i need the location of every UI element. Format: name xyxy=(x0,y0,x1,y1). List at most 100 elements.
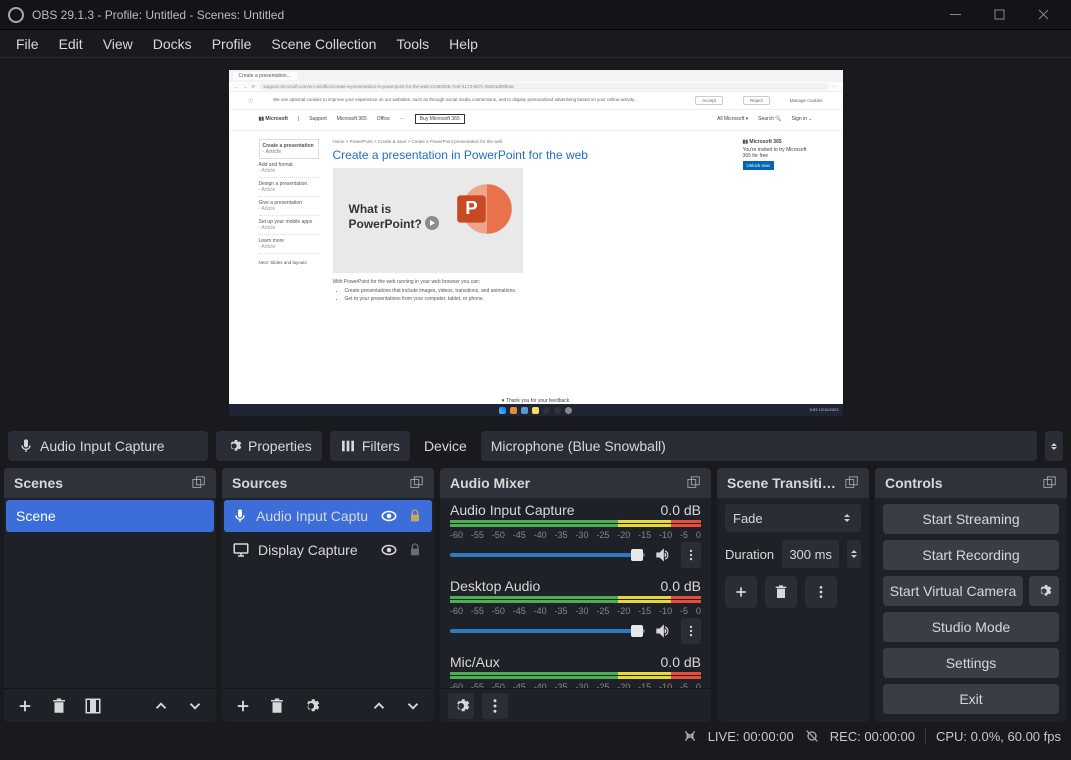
scene-item[interactable]: Scene xyxy=(6,500,214,532)
popout-icon[interactable] xyxy=(410,476,424,490)
volume-slider[interactable] xyxy=(450,629,645,633)
device-spinner[interactable] xyxy=(1045,431,1063,461)
play-icon xyxy=(425,216,439,230)
menu-file[interactable]: File xyxy=(6,32,49,56)
close-button[interactable] xyxy=(1023,3,1063,27)
filters-icon xyxy=(340,438,356,454)
duration-spinner[interactable] xyxy=(847,540,861,568)
duration-label: Duration xyxy=(725,547,774,562)
duration-input[interactable]: 300 ms xyxy=(782,540,839,568)
broadcast-icon xyxy=(682,728,698,744)
vcam-settings-button[interactable] xyxy=(1029,576,1059,606)
sources-title: Sources xyxy=(232,475,287,491)
meter-ticks: -60-55-50-45-40-35-30-25-20-15-10-50 xyxy=(450,606,701,616)
popout-icon[interactable] xyxy=(687,476,701,490)
popout-icon[interactable] xyxy=(1043,476,1057,490)
channel-db: 0.0 dB xyxy=(661,578,701,594)
device-label: Device xyxy=(418,438,473,454)
channel-name: Desktop Audio xyxy=(450,578,540,594)
source-item[interactable]: Display Capture xyxy=(224,534,432,566)
volume-slider[interactable] xyxy=(450,553,645,557)
controls-dock: Controls Start Streaming Start Recording… xyxy=(875,468,1067,722)
lock-icon[interactable] xyxy=(406,507,424,525)
remove-source-button[interactable] xyxy=(264,693,290,719)
popout-icon[interactable] xyxy=(192,476,206,490)
settings-button[interactable]: Settings xyxy=(883,648,1059,678)
sources-dock: Sources Audio Input Captu Display Captur… xyxy=(222,468,434,722)
transitions-title: Scene Transiti… xyxy=(727,475,836,491)
rec-status: REC: 00:00:00 xyxy=(830,729,915,744)
mic-icon xyxy=(232,508,248,524)
remove-transition-button[interactable] xyxy=(765,576,797,608)
preview-browser-tab: Create a presentation... xyxy=(233,72,297,80)
add-scene-button[interactable] xyxy=(12,693,38,719)
level-meter xyxy=(450,520,701,528)
preview-heading: Create a presentation in PowerPoint for … xyxy=(333,148,729,162)
eye-icon[interactable] xyxy=(380,507,398,525)
channel-name: Audio Input Capture xyxy=(450,502,575,518)
filters-button[interactable]: Filters xyxy=(330,431,410,461)
level-meter xyxy=(450,596,701,604)
channel-db: 0.0 dB xyxy=(661,502,701,518)
mic-icon xyxy=(18,438,34,454)
menu-edit[interactable]: Edit xyxy=(49,32,93,56)
scenes-title: Scenes xyxy=(14,475,63,491)
mixer-title: Audio Mixer xyxy=(450,475,530,491)
add-source-button[interactable] xyxy=(230,693,256,719)
mixer-settings-button[interactable] xyxy=(448,693,474,719)
source-up-button[interactable] xyxy=(366,693,392,719)
cpu-status: CPU: 0.0%, 60.00 fps xyxy=(936,729,1061,744)
speaker-icon[interactable] xyxy=(653,545,673,565)
preview-url: support.microsoft.com/en-us/office/creat… xyxy=(259,83,828,90)
mixer-menu-button[interactable] xyxy=(482,693,508,719)
source-item[interactable]: Audio Input Captu xyxy=(224,500,432,532)
preview-taskbar: 6:53 12/10/2023 xyxy=(229,404,843,416)
preview-area[interactable]: Create a presentation... ←→⟳ support.mic… xyxy=(0,58,1071,428)
maximize-button[interactable] xyxy=(979,3,1019,27)
source-props-button[interactable] xyxy=(298,693,324,719)
remove-scene-button[interactable] xyxy=(46,693,72,719)
exit-button[interactable]: Exit xyxy=(883,684,1059,714)
eye-icon[interactable] xyxy=(380,541,398,559)
menu-view[interactable]: View xyxy=(93,32,143,56)
channel-menu-button[interactable] xyxy=(681,542,701,568)
channel-name: Mic/Aux xyxy=(450,654,500,670)
menu-docks[interactable]: Docks xyxy=(143,32,202,56)
controls-title: Controls xyxy=(885,475,943,491)
channel-db: 0.0 dB xyxy=(661,654,701,670)
window-title: OBS 29.1.3 - Profile: Untitled - Scenes:… xyxy=(32,8,935,22)
scenes-dock: Scenes Scene xyxy=(4,468,216,722)
transition-dropdown[interactable]: Fade xyxy=(725,504,861,532)
menu-tools[interactable]: Tools xyxy=(386,32,439,56)
mixer-channel: Mic/Aux 0.0 dB -60-55-50-45-40-35-30-25-2… xyxy=(440,650,711,688)
minimize-button[interactable] xyxy=(935,3,975,27)
display-icon xyxy=(232,541,250,559)
menu-profile[interactable]: Profile xyxy=(202,32,262,56)
statusbar: LIVE: 00:00:00 REC: 00:00:00 CPU: 0.0%, … xyxy=(0,722,1071,750)
add-transition-button[interactable] xyxy=(725,576,757,608)
speaker-icon[interactable] xyxy=(653,621,673,641)
scene-up-button[interactable] xyxy=(148,693,174,719)
mixer-channel: Desktop Audio 0.0 dB -60-55-50-45-40-35-3… xyxy=(440,574,711,650)
lock-icon[interactable] xyxy=(406,541,424,559)
properties-button[interactable]: Properties xyxy=(216,431,322,461)
live-status: LIVE: 00:00:00 xyxy=(708,729,794,744)
start-recording-button[interactable]: Start Recording xyxy=(883,540,1059,570)
popout-icon[interactable] xyxy=(845,476,859,490)
start-vcam-button[interactable]: Start Virtual Camera xyxy=(883,576,1023,606)
meter-ticks: -60-55-50-45-40-35-30-25-20-15-10-50 xyxy=(450,682,701,688)
scene-filters-button[interactable] xyxy=(80,693,106,719)
channel-menu-button[interactable] xyxy=(681,618,701,644)
menu-help[interactable]: Help xyxy=(439,32,488,56)
powerpoint-icon: P xyxy=(451,178,513,240)
selected-source[interactable]: Audio Input Capture xyxy=(8,431,208,461)
menu-scene-collection[interactable]: Scene Collection xyxy=(261,32,386,56)
titlebar: OBS 29.1.3 - Profile: Untitled - Scenes:… xyxy=(0,0,1071,30)
menubar: File Edit View Docks Profile Scene Colle… xyxy=(0,30,1071,58)
scene-down-button[interactable] xyxy=(182,693,208,719)
transition-menu-button[interactable] xyxy=(805,576,837,608)
device-dropdown[interactable]: Microphone (Blue Snowball) xyxy=(481,431,1037,461)
start-streaming-button[interactable]: Start Streaming xyxy=(883,504,1059,534)
studio-mode-button[interactable]: Studio Mode xyxy=(883,612,1059,642)
source-down-button[interactable] xyxy=(400,693,426,719)
